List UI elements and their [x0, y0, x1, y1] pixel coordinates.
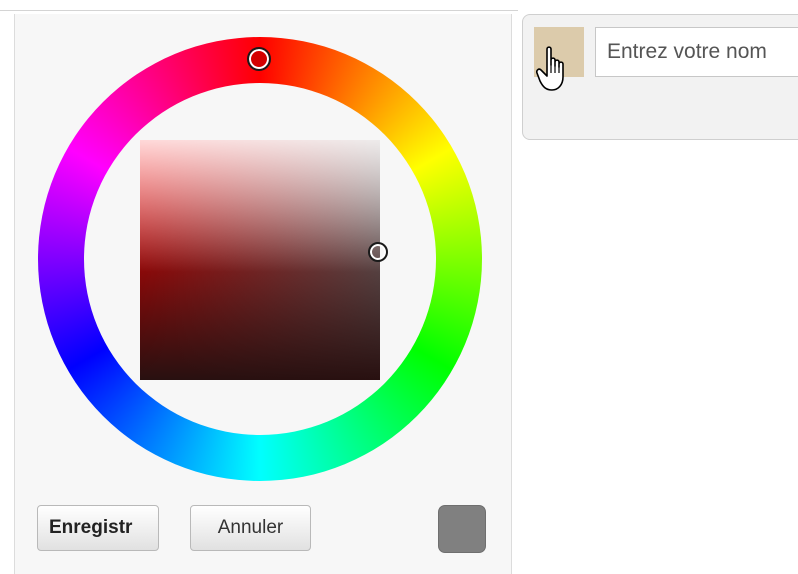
- hue-handle[interactable]: [247, 47, 271, 71]
- name-input[interactable]: [595, 27, 798, 77]
- hand-pointer-icon: [536, 46, 564, 91]
- saturation-value-square[interactable]: [140, 140, 380, 380]
- top-divider: [0, 10, 518, 11]
- cancel-button[interactable]: Annuler: [190, 505, 311, 551]
- color-preview-swatch: [438, 505, 486, 553]
- saturation-value-handle[interactable]: [368, 242, 388, 262]
- save-button[interactable]: Enregistr: [37, 505, 159, 551]
